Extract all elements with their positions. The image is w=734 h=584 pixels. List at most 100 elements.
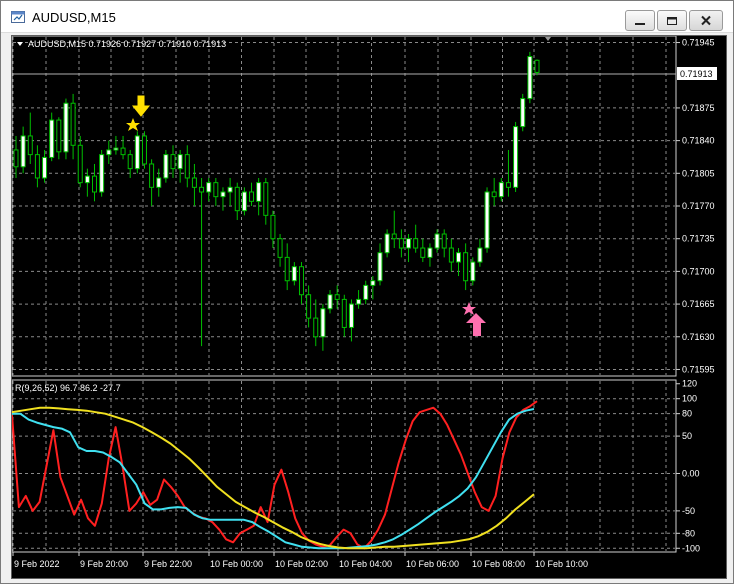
candle-body bbox=[427, 247, 433, 258]
time-tick-label: 9 Feb 20:00 bbox=[80, 559, 128, 569]
candle-body bbox=[320, 308, 326, 338]
candle-body bbox=[49, 119, 55, 158]
close-button[interactable] bbox=[689, 10, 723, 31]
candle-body bbox=[348, 303, 354, 328]
candle-body bbox=[420, 247, 426, 258]
price-tick-label: 0.71945 bbox=[682, 38, 715, 48]
candle-body bbox=[513, 126, 519, 188]
candle-body bbox=[263, 182, 269, 216]
signals-group bbox=[126, 95, 486, 336]
candle-body bbox=[384, 233, 390, 254]
candle-body bbox=[106, 149, 112, 156]
candle-body bbox=[391, 233, 397, 240]
chart-window-icon bbox=[11, 11, 25, 23]
candle-body bbox=[113, 147, 119, 151]
candle-body bbox=[370, 280, 376, 286]
candle-body bbox=[484, 191, 490, 249]
candle-body bbox=[227, 186, 233, 193]
candle-body bbox=[277, 238, 283, 258]
candle-body bbox=[27, 135, 33, 156]
indicator-tick-label: 100 bbox=[682, 394, 697, 404]
price-tick-label: 0.71735 bbox=[682, 234, 715, 244]
candle-body bbox=[448, 247, 454, 263]
candle-body bbox=[63, 102, 69, 153]
indicator-axis: 120 100 80 50 0.00 -50 -80 -100 bbox=[676, 379, 700, 553]
indicator-panel-border bbox=[12, 379, 677, 553]
minimize-button[interactable] bbox=[625, 10, 655, 31]
price-tick-label: 0.71595 bbox=[682, 364, 715, 374]
candle-body bbox=[398, 238, 404, 249]
candle-body bbox=[220, 191, 226, 198]
candle-body bbox=[241, 191, 247, 212]
candle-body bbox=[184, 154, 190, 179]
price-tick-label: 0.71875 bbox=[682, 103, 715, 113]
arrow-down-icon bbox=[131, 95, 151, 117]
candle-body bbox=[470, 261, 476, 282]
candle-body bbox=[455, 252, 461, 263]
candle-body bbox=[363, 284, 369, 300]
current-price-label: 0.71913 bbox=[680, 69, 713, 79]
candle-body bbox=[327, 294, 333, 310]
candle-body bbox=[284, 256, 290, 282]
candle-body bbox=[92, 175, 98, 193]
candle-body bbox=[463, 252, 469, 282]
close-icon bbox=[701, 15, 711, 26]
time-tick-label: 10 Feb 08:00 bbox=[472, 559, 525, 569]
candle-body bbox=[291, 266, 297, 282]
candle-body bbox=[377, 252, 383, 282]
chart-area[interactable]: AUDUSD,M15 0.71926 0.71927 0.71910 0.719… bbox=[11, 35, 727, 579]
time-tick-label: 10 Feb 02:00 bbox=[275, 559, 328, 569]
triangle-down-icon[interactable] bbox=[17, 42, 23, 46]
candles-group bbox=[13, 51, 540, 351]
candle-body bbox=[527, 56, 533, 100]
candle-body bbox=[206, 182, 212, 193]
sell-signal bbox=[126, 95, 151, 131]
candle-body bbox=[298, 266, 304, 296]
candle-body bbox=[477, 247, 483, 263]
terminal-window: AUDUSD,M15 AUDUSD,M15 0.71926 0.71927 0.… bbox=[0, 0, 734, 584]
price-tick-label: 0.71840 bbox=[682, 136, 715, 146]
buy-signal bbox=[462, 302, 486, 336]
time-tick-label: 9 Feb 22:00 bbox=[144, 559, 192, 569]
price-chart[interactable]: AUDUSD,M15 0.71926 0.71927 0.71910 0.719… bbox=[12, 36, 726, 578]
chart-grid bbox=[12, 37, 675, 551]
candle-body bbox=[341, 298, 347, 328]
candle-body bbox=[20, 135, 26, 168]
minimize-icon bbox=[635, 22, 645, 25]
window-title: AUDUSD,M15 bbox=[32, 10, 116, 25]
candle-body bbox=[498, 182, 504, 198]
shift-marker-icon[interactable] bbox=[545, 37, 551, 41]
candle-body bbox=[34, 154, 40, 179]
indicator-tick-label: -50 bbox=[682, 506, 695, 516]
candle-body bbox=[177, 154, 183, 170]
candle-body bbox=[234, 186, 240, 212]
candle-body bbox=[249, 191, 255, 202]
candle-body bbox=[42, 156, 48, 179]
candle-body bbox=[256, 182, 262, 202]
time-axis: 9 Feb 2022 9 Feb 20:00 9 Feb 22:00 10 Feb 0… bbox=[12, 552, 588, 569]
indicator-tick-label: 120 bbox=[682, 379, 697, 389]
candle-body bbox=[163, 154, 169, 179]
price-tick-label: 0.71700 bbox=[682, 266, 715, 276]
candle-body bbox=[84, 175, 90, 184]
candle-body bbox=[334, 294, 340, 300]
indicator-tick-label: 0.00 bbox=[682, 468, 700, 478]
candle-body bbox=[306, 294, 312, 319]
time-tick-label: 10 Feb 04:00 bbox=[339, 559, 392, 569]
candle-body bbox=[406, 238, 412, 249]
candle-body bbox=[127, 154, 133, 170]
candle-body bbox=[441, 233, 447, 249]
candle-body bbox=[99, 154, 105, 193]
time-tick-label: 9 Feb 2022 bbox=[14, 559, 60, 569]
arrow-up-icon bbox=[466, 313, 486, 336]
candle-body bbox=[199, 186, 205, 193]
time-tick-label: 10 Feb 06:00 bbox=[406, 559, 459, 569]
candle-body bbox=[70, 102, 76, 146]
candle-body bbox=[77, 144, 83, 184]
maximize-button[interactable] bbox=[657, 10, 687, 31]
title-bar[interactable]: AUDUSD,M15 bbox=[1, 1, 733, 33]
candle-body bbox=[356, 298, 362, 305]
price-tick-label: 0.71665 bbox=[682, 299, 715, 309]
candle-body bbox=[191, 177, 197, 188]
candle-body bbox=[170, 154, 176, 170]
